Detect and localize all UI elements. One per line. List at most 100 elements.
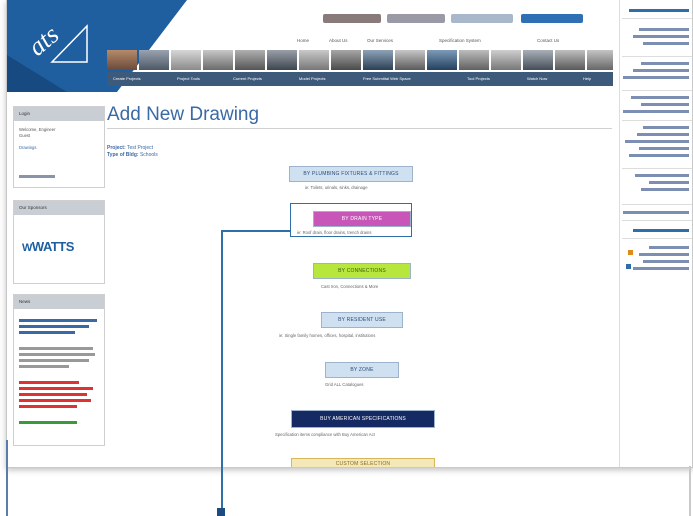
main-content: Add New Drawing Project: Test Project Ty…	[107, 100, 615, 467]
product-photo	[427, 50, 457, 70]
sponsor-logo[interactable]: WWATTS	[22, 239, 74, 254]
building-type-line: Type of Bldg: Schools	[107, 152, 158, 158]
right-link[interactable]	[643, 126, 689, 129]
right-link[interactable]	[637, 133, 689, 136]
top-button-2[interactable]	[387, 14, 445, 23]
login-panel: Login Welcome, Engineer Guest Drawings	[13, 106, 105, 188]
product-photo	[299, 50, 329, 70]
main-nav-free-submittal[interactable]: Free Submittal Web Space	[363, 76, 411, 81]
product-photo	[235, 50, 265, 70]
news-alert	[19, 405, 77, 408]
news-alert	[19, 381, 79, 384]
right-link-block	[622, 122, 692, 169]
product-photo	[203, 50, 233, 70]
main-nav-project-tools[interactable]: Project Tools	[177, 76, 200, 81]
news-panel-header: News	[14, 295, 104, 309]
legend-item	[649, 246, 689, 249]
callout-highlight-box	[290, 203, 412, 237]
option-button-custom-selection[interactable]: CUSTOM SELECTION	[291, 458, 435, 467]
main-nav-create-projects[interactable]: Create Projects	[113, 76, 141, 81]
right-link[interactable]	[623, 76, 689, 79]
right-link[interactable]	[635, 174, 689, 177]
right-link[interactable]	[625, 140, 689, 143]
option-description: ie: Toilets, urinals, sinks, drainage	[305, 185, 368, 190]
callout-connector	[221, 230, 223, 511]
product-photo	[267, 50, 297, 70]
project-value[interactable]: Test Project	[127, 145, 153, 151]
right-link[interactable]	[639, 28, 689, 31]
title-divider	[107, 128, 612, 129]
left-sidebar: Login Welcome, Engineer Guest Drawings O…	[13, 106, 105, 446]
callout-anchor-dot	[217, 508, 225, 516]
right-link[interactable]	[633, 69, 689, 72]
right-link[interactable]	[629, 9, 689, 12]
news-text	[19, 347, 93, 350]
right-link-block	[622, 170, 692, 205]
building-type-value[interactable]: Schools	[140, 152, 158, 158]
project-label: Project:	[107, 145, 126, 151]
edge-marker-line	[6, 440, 8, 516]
news-link[interactable]	[19, 319, 97, 322]
option-label: CUSTOM SELECTION	[335, 461, 391, 467]
option-description: ie: Single family homes, offices, hospit…	[279, 333, 376, 338]
sidebar-link[interactable]	[19, 175, 55, 178]
news-alert	[19, 399, 91, 402]
nav-link-spec-system[interactable]: Specification System	[439, 38, 481, 43]
callout-connector	[221, 230, 291, 232]
main-nav-tool-projects[interactable]: Tool Projects	[467, 76, 490, 81]
legend-swatch-icon	[626, 264, 631, 269]
top-button-3[interactable]	[451, 14, 513, 23]
news-alert	[19, 387, 93, 390]
option-description: Grid ALL Catalogues	[325, 382, 364, 387]
right-link-block	[622, 224, 692, 239]
right-link[interactable]	[629, 154, 689, 157]
product-photo	[523, 50, 553, 70]
news-link[interactable]	[19, 331, 75, 334]
product-photo	[459, 50, 489, 70]
right-link[interactable]	[641, 62, 689, 65]
right-link[interactable]	[641, 103, 689, 106]
right-link-block	[622, 92, 692, 121]
right-link[interactable]	[631, 96, 689, 99]
option-label: BUY AMERICAN SPECIFICATIONS	[320, 416, 406, 422]
right-link-block	[622, 22, 692, 57]
option-button-buy-american[interactable]: BUY AMERICAN SPECIFICATIONS	[291, 410, 435, 428]
main-nav-current-projects[interactable]: Current Projects	[233, 76, 262, 81]
option-button-fixtures[interactable]: BY PLUMBING FIXTURES & FITTINGS	[289, 166, 413, 182]
drawings-link[interactable]: Drawings	[19, 145, 55, 151]
right-link[interactable]	[633, 229, 689, 232]
nav-link-about[interactable]: About Us	[329, 38, 348, 43]
nav-link-contact[interactable]: Contact Us	[537, 38, 559, 43]
nav-link-home[interactable]: Home	[297, 38, 309, 43]
option-button-resident-use[interactable]: BY RESIDENT USE	[321, 312, 403, 328]
login-panel-header: Login	[14, 107, 104, 121]
main-nav-help[interactable]: Help	[583, 76, 591, 81]
top-button-4[interactable]	[521, 14, 583, 23]
right-link-block	[622, 206, 692, 221]
right-link[interactable]	[633, 35, 689, 38]
nav-link-services[interactable]: Our Services	[367, 38, 393, 43]
news-text	[19, 359, 89, 362]
option-button-zone[interactable]: BY ZONE	[325, 362, 399, 378]
news-link[interactable]	[19, 421, 77, 424]
option-button-connections[interactable]: BY CONNECTIONS	[313, 263, 411, 279]
right-link[interactable]	[641, 188, 689, 191]
right-link[interactable]	[649, 181, 689, 184]
project-line: Project: Test Project	[107, 145, 153, 151]
product-photo	[331, 50, 361, 70]
right-link[interactable]	[623, 110, 689, 113]
top-navigation: Home About Us Our Services Specification…	[157, 10, 597, 50]
right-link[interactable]	[623, 211, 689, 214]
right-link[interactable]	[643, 42, 689, 45]
edge-marker-line	[689, 466, 691, 516]
legend-item	[639, 253, 689, 256]
main-nav-watch-now[interactable]: Watch Now	[527, 76, 547, 81]
top-button-1[interactable]	[323, 14, 381, 23]
product-photo	[171, 50, 201, 70]
right-link[interactable]	[639, 147, 689, 150]
sponsor-logo-text: WATTS	[31, 239, 75, 254]
legend-item	[643, 260, 689, 263]
news-link[interactable]	[19, 325, 89, 328]
news-text	[19, 365, 69, 368]
main-nav-model-projects[interactable]: Model Projects	[299, 76, 325, 81]
